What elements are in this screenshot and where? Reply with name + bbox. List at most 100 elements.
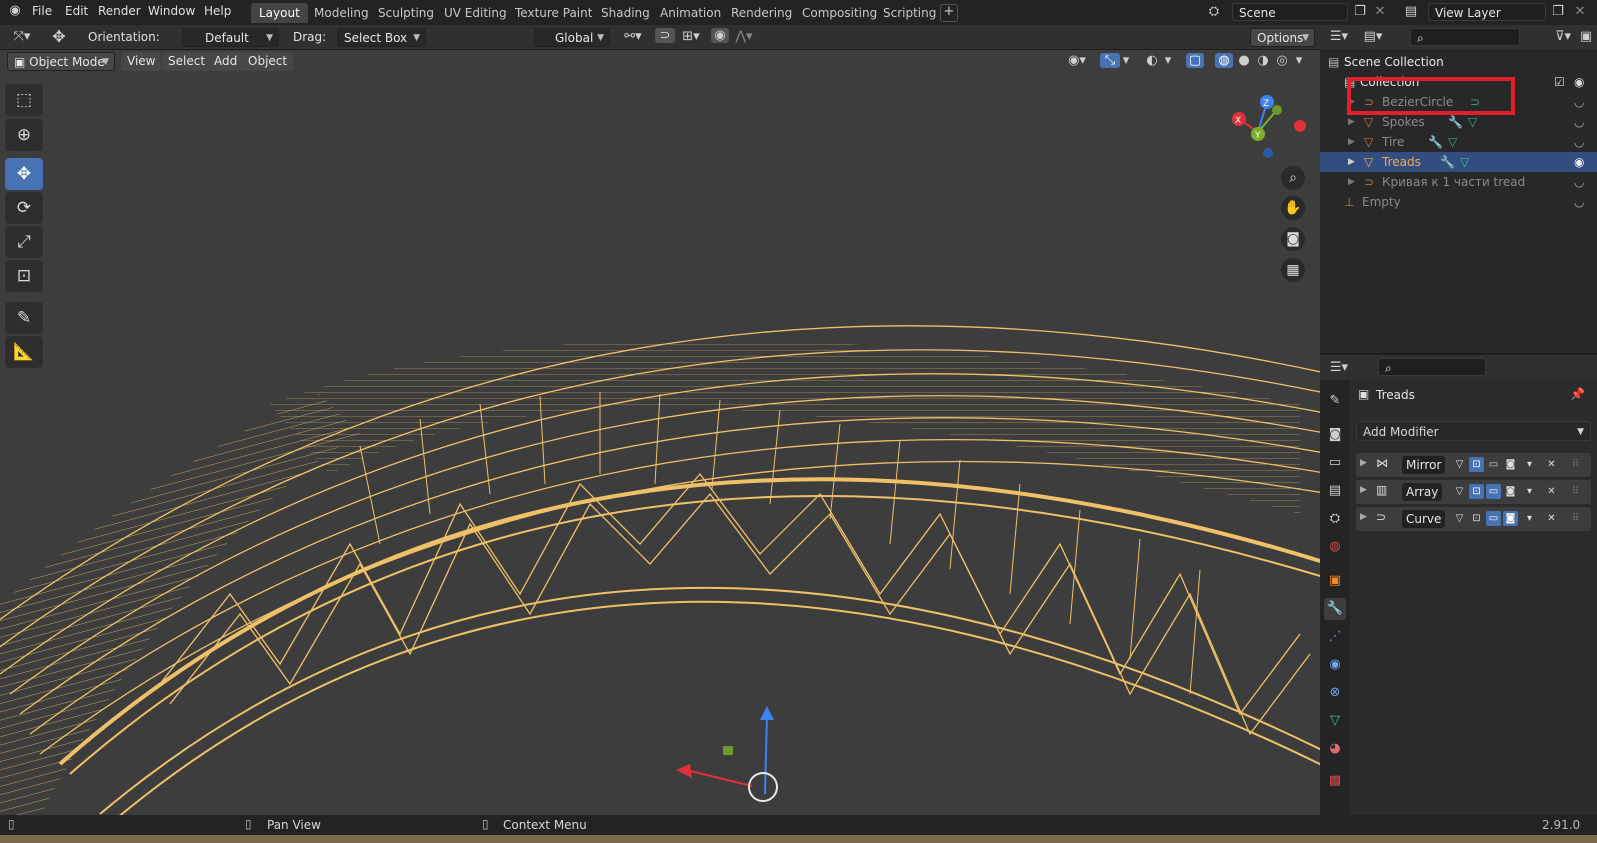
texture-tab-icon[interactable]: ▩	[1324, 770, 1346, 792]
display-mode-icon[interactable]: ▤▾	[1360, 29, 1386, 44]
modifier-name[interactable]: Curve	[1402, 510, 1446, 528]
properties-search-input[interactable]: ⌕	[1378, 358, 1486, 376]
tab-sculpting[interactable]: Sculpting	[370, 3, 442, 23]
expand-arrow-icon[interactable]: ▶	[1360, 512, 1367, 522]
xray-icon[interactable]: ▢	[1186, 53, 1204, 68]
remove-modifier-icon[interactable]: ✕	[1544, 484, 1559, 499]
chevron-down-icon[interactable]: ▾	[1120, 53, 1132, 68]
modifier-array[interactable]: ▶ ▥ Array ▽ ⊡ ▭ ◙ ▾ ✕ ⠿	[1356, 480, 1591, 504]
editmode-icon[interactable]: ⊡	[1469, 511, 1484, 526]
transform-orientation-dropdown[interactable]: Global ▼	[534, 28, 610, 47]
editmode-icon[interactable]: ⊡	[1469, 484, 1484, 499]
menu-file[interactable]: File	[32, 4, 52, 18]
scene-tab-icon[interactable]: ⛭	[1324, 508, 1346, 530]
options-dropdown[interactable]: Options ▼	[1250, 28, 1315, 47]
eye-closed-icon[interactable]: ◡	[1574, 132, 1584, 152]
tab-scripting[interactable]: Scripting	[875, 3, 944, 23]
cursor-tool-icon[interactable]: ⊕	[5, 119, 43, 151]
render-toggle-icon[interactable]: ◙	[1503, 484, 1518, 499]
new-collection-icon[interactable]: ▣	[1578, 29, 1594, 44]
outliner-row-treads[interactable]: ▶ ▽ Treads 🔧 ▽ ◉	[1320, 152, 1597, 172]
editmode-cage-icon[interactable]: ▽	[1452, 457, 1467, 472]
solid-shading-icon[interactable]: ●	[1235, 53, 1253, 68]
3d-viewport[interactable]: Z X Y ⌕ ✋ ◙ ▦	[0, 74, 1320, 815]
proportional-edit-icon[interactable]: ◉	[711, 28, 729, 43]
move-tool-icon[interactable]: ✥	[5, 158, 43, 190]
material-tab-icon[interactable]: ◕	[1324, 738, 1346, 760]
object-menu[interactable]: Object	[242, 52, 294, 71]
gizmo-toggle-icon[interactable]: ⤡	[1100, 53, 1120, 68]
active-tool-icon[interactable]: ⤧▾	[8, 29, 36, 44]
modifier-curve[interactable]: ▶ ⊃ Curve ▽ ⊡ ▭ ◙ ▾ ✕ ⠿	[1356, 507, 1591, 531]
outliner-row-tire[interactable]: ▶ ▽ Tire 🔧 ▽ ◡	[1320, 132, 1597, 152]
eye-closed-icon[interactable]: ◡	[1574, 112, 1584, 132]
scene-name-field[interactable]: Scene	[1232, 3, 1348, 21]
zoom-icon[interactable]: ⌕	[1281, 166, 1305, 190]
eye-closed-icon[interactable]: ◡	[1574, 172, 1584, 192]
tab-compositing[interactable]: Compositing	[794, 3, 885, 23]
object-tab-icon[interactable]: ▣	[1324, 570, 1346, 592]
tab-layout[interactable]: Layout	[251, 3, 308, 23]
view-layer-field[interactable]: View Layer	[1428, 3, 1546, 21]
eye-closed-icon[interactable]: ◡	[1574, 192, 1584, 212]
new-view-layer-icon[interactable]: ❐	[1550, 4, 1566, 19]
tab-modeling[interactable]: Modeling	[306, 3, 377, 23]
remove-modifier-icon[interactable]: ✕	[1544, 457, 1559, 472]
eye-icon[interactable]: ◉	[1574, 152, 1584, 172]
drag-handle-icon[interactable]: ⠿	[1568, 484, 1583, 499]
outliner-row-spokes[interactable]: ▶ ▽ Spokes 🔧 ▽ ◡	[1320, 112, 1597, 132]
editmode-cage-icon[interactable]: ▽	[1452, 484, 1467, 499]
expand-arrow-icon[interactable]: ▶	[1348, 152, 1355, 172]
outliner-row-scene-collection[interactable]: ▤ Scene Collection	[1320, 52, 1597, 72]
pivot-point-icon[interactable]: ⚯▾	[620, 29, 646, 44]
new-scene-icon[interactable]: ❐	[1352, 4, 1368, 19]
select-box-tool-icon[interactable]: ⬚	[5, 84, 43, 116]
expand-arrow-icon[interactable]: ▶	[1360, 485, 1367, 495]
drag-dropdown[interactable]: Select Box ▼	[337, 28, 426, 47]
falloff-icon[interactable]: ⋀▾	[732, 29, 756, 44]
material-shading-icon[interactable]: ◑	[1254, 53, 1272, 68]
chevron-down-icon[interactable]: ▾	[1522, 511, 1537, 526]
menu-window[interactable]: Window	[148, 4, 195, 18]
tab-shading[interactable]: Shading	[593, 3, 658, 23]
view-menu[interactable]: View	[121, 52, 162, 71]
rotate-tool-icon[interactable]: ⟳	[5, 192, 43, 224]
ortho-grid-icon[interactable]: ▦	[1281, 258, 1305, 282]
visibility-icon[interactable]: ◉▾	[1062, 53, 1092, 68]
measure-tool-icon[interactable]: 📐	[5, 336, 43, 368]
modifier-mirror[interactable]: ▶ ⋈ Mirror ▽ ⊡ ▭ ◙ ▾ ✕ ⠿	[1356, 453, 1591, 477]
tab-rendering[interactable]: Rendering	[723, 3, 800, 23]
tab-uv-editing[interactable]: UV Editing	[436, 3, 515, 23]
particles-tab-icon[interactable]: ⋰	[1324, 626, 1346, 648]
annotate-tool-icon[interactable]: ✎	[5, 302, 43, 334]
chevron-down-icon[interactable]: ▾	[1522, 484, 1537, 499]
eye-icon[interactable]: ◉	[1574, 72, 1584, 92]
add-workspace-icon[interactable]: +	[940, 4, 958, 22]
modifier-name[interactable]: Array	[1402, 483, 1443, 501]
render-tab-icon[interactable]: ◙	[1324, 424, 1346, 446]
eye-closed-icon[interactable]: ◡	[1574, 92, 1584, 112]
blender-logo-icon[interactable]: ◉	[6, 3, 24, 18]
scale-tool-icon[interactable]: ⤢	[5, 226, 43, 258]
navigation-gizmo[interactable]: Z X Y	[1220, 84, 1310, 174]
mode-dropdown[interactable]: ▣ Object Mode ▼	[7, 52, 115, 71]
overlays-icon[interactable]: ◐	[1142, 53, 1162, 68]
render-toggle-icon[interactable]: ◙	[1503, 511, 1518, 526]
editor-type-icon[interactable]: ☰▾	[1326, 360, 1352, 375]
snap-target-icon[interactable]: ⊞▾	[677, 29, 705, 44]
render-toggle-icon[interactable]: ◙	[1503, 457, 1518, 472]
editor-type-icon[interactable]: ☰▾	[1326, 29, 1352, 44]
camera-view-icon[interactable]: ◙	[1281, 227, 1305, 251]
transform-tool-icon[interactable]: ⊡	[5, 260, 43, 292]
tab-animation[interactable]: Animation	[652, 3, 729, 23]
modifier-name[interactable]: Mirror	[1402, 456, 1446, 474]
data-tab-icon[interactable]: ▽	[1324, 710, 1346, 732]
viewport-display-icon[interactable]: ▭	[1486, 457, 1501, 472]
tool-tab-icon[interactable]: ✎	[1324, 390, 1346, 412]
delete-view-layer-icon[interactable]: ✕	[1572, 4, 1588, 19]
chevron-down-icon[interactable]: ▾	[1162, 53, 1174, 68]
outliner-search-input[interactable]: ⌕	[1410, 28, 1520, 46]
delete-scene-icon[interactable]: ✕	[1372, 4, 1388, 19]
add-menu[interactable]: Add	[208, 52, 244, 71]
expand-arrow-icon[interactable]: ▶	[1348, 132, 1355, 152]
